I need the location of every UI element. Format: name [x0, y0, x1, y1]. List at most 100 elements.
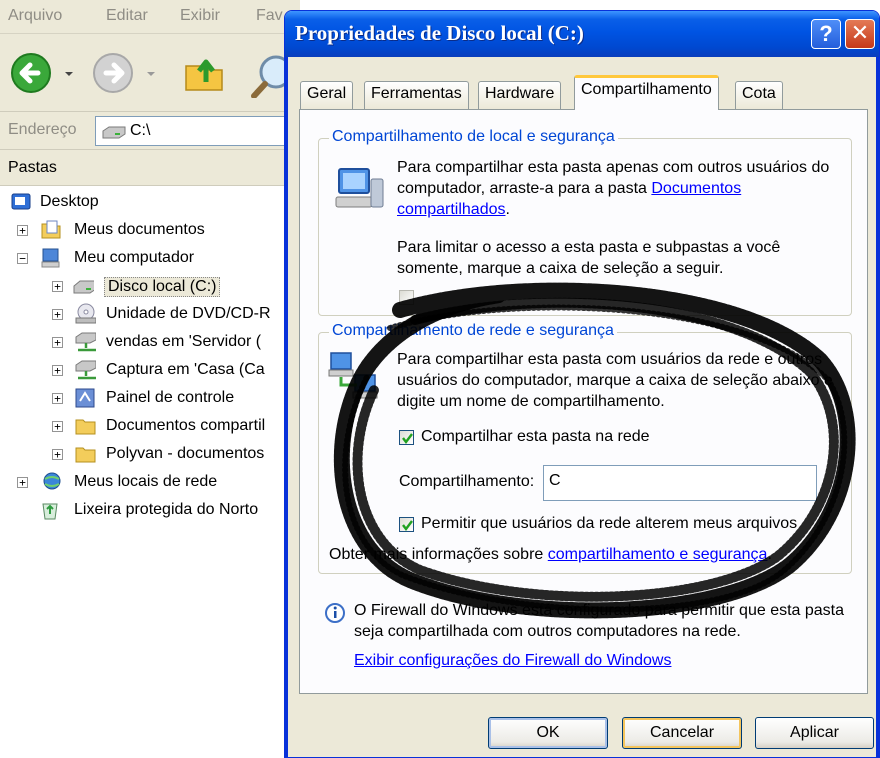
share-folder-label[interactable]: Compartilhar esta pasta na rede — [421, 428, 650, 446]
expand-icon[interactable]: + — [17, 477, 28, 488]
tree-label: Desktop — [40, 193, 99, 210]
folder-icon — [75, 447, 96, 463]
tab-geral[interactable]: Geral — [300, 81, 354, 109]
address-label: Endereço — [8, 121, 77, 138]
tree-label: Captura em 'Casa (Ca — [106, 361, 265, 378]
tree-item-painel[interactable]: + Painel de controle — [0, 386, 300, 414]
back-dropdown-icon[interactable] — [62, 52, 76, 94]
local-sharing-legend: Compartilhamento de local e segurança — [329, 128, 618, 146]
collapse-icon[interactable]: − — [17, 253, 28, 264]
expand-icon[interactable]: + — [52, 365, 63, 376]
desktop-icon — [11, 193, 31, 210]
forward-dropdown-icon[interactable] — [144, 52, 158, 94]
tree-label: vendas em 'Servidor ( — [106, 333, 262, 350]
expand-icon[interactable]: + — [52, 309, 63, 320]
dialog-title: Propriedades de Disco local (C:) — [295, 21, 584, 45]
expand-icon[interactable]: + — [52, 421, 63, 432]
tree-label: Disco local (C:) — [104, 277, 221, 297]
back-arrow-icon[interactable] — [10, 52, 56, 94]
local-sharing-group: Compartilhamento de local e segurança Pa… — [318, 128, 852, 316]
tree-item-vendas[interactable]: + vendas em 'Servidor ( — [0, 330, 300, 358]
tree-item-locais-de-rede[interactable]: + Meus locais de rede — [0, 470, 300, 498]
menu-favoritos[interactable]: Fav — [256, 7, 283, 25]
tab-ferramentas[interactable]: Ferramentas — [364, 81, 469, 109]
share-name-input[interactable]: C — [543, 465, 817, 501]
network-sharing-legend: Compartilhamento de rede e segurança — [329, 322, 617, 340]
tree-label: Painel de controle — [106, 389, 235, 406]
allow-edit-label[interactable]: Permitir que usuários da rede alterem me… — [421, 515, 797, 533]
tree-label: Meus documentos — [74, 221, 205, 238]
computer-icon — [41, 248, 60, 268]
more-info-text: Obter mais informações sobre compartilha… — [329, 544, 849, 565]
tree-label: Documentos compartil — [106, 417, 266, 434]
local-sharing-text: Para compartilhar esta pasta apenas com … — [397, 157, 837, 220]
menu-editar[interactable]: Editar — [106, 7, 148, 25]
tree-item-desktop[interactable]: Desktop — [0, 190, 300, 218]
tree-label: Meus locais de rede — [74, 473, 218, 490]
network-drive-icon — [75, 360, 96, 380]
firewall-settings-link[interactable]: Exibir configurações do Firewall do Wind… — [354, 650, 671, 671]
network-share-computers-icon — [328, 352, 378, 399]
address-value: C:\ — [130, 122, 151, 139]
help-button[interactable]: ? — [811, 19, 841, 49]
menu-exibir[interactable]: Exibir — [180, 7, 220, 25]
recycle-bin-icon — [42, 503, 58, 520]
tree-item-meu-computador[interactable]: − Meu computador — [0, 246, 300, 274]
network-places-icon — [43, 472, 61, 490]
toolbar — [0, 34, 300, 112]
info-icon — [325, 603, 345, 623]
network-sharing-text: Para compartilhar esta pasta com usuário… — [397, 351, 833, 410]
folder-icon — [75, 419, 96, 435]
apply-button[interactable]: Aplicar — [755, 717, 874, 749]
tab-hardware[interactable]: Hardware — [478, 81, 562, 109]
local-sharing-text-period: . — [505, 201, 510, 218]
private-folder-checkbox[interactable] — [399, 290, 414, 305]
properties-dialog: Propriedades de Disco local (C:) ? ✕ Ger… — [284, 10, 880, 758]
control-panel-icon — [75, 388, 95, 408]
menu-arquivo[interactable]: Arquivo — [8, 7, 62, 25]
tree-label: Unidade de DVD/CD-R — [106, 305, 271, 322]
dialog-titlebar[interactable]: Propriedades de Disco local (C:) ? ✕ — [285, 11, 879, 57]
more-info-period: . — [767, 546, 772, 563]
forward-arrow-icon[interactable] — [92, 52, 138, 94]
tree-item-documentos-compartilhados[interactable]: + Documentos compartil — [0, 414, 300, 442]
expand-icon[interactable]: + — [17, 225, 28, 236]
hard-drive-icon — [73, 280, 94, 294]
tree-label: Lixeira protegida do Norto — [74, 501, 259, 518]
expand-icon[interactable]: + — [52, 393, 63, 404]
share-name-label: Compartilhamento: — [399, 473, 535, 490]
network-sharing-group: Compartilhamento de rede e segurança Par… — [318, 322, 852, 574]
address-bar: Endereço C:\ — [0, 112, 300, 150]
tree-item-polyvan[interactable]: + Polyvan - documentos — [0, 442, 300, 470]
expand-icon[interactable]: + — [52, 281, 63, 292]
folder-documents-icon — [41, 220, 61, 239]
expand-icon[interactable]: + — [52, 337, 63, 348]
sharing-security-link[interactable]: compartilhamento e segurança — [548, 546, 768, 563]
close-button[interactable]: ✕ — [845, 19, 875, 49]
address-input[interactable]: C:\ — [95, 116, 300, 146]
ok-button[interactable]: OK — [488, 717, 608, 749]
tree-item-captura[interactable]: + Captura em 'Casa (Ca — [0, 358, 300, 386]
allow-edit-checkbox[interactable] — [399, 517, 414, 532]
tree-label: Polyvan - documentos — [106, 445, 265, 462]
local-sharing-text-main: Para compartilhar esta pasta apenas com … — [397, 159, 830, 197]
tree-item-dvd[interactable]: + Unidade de DVD/CD-R — [0, 302, 300, 330]
tree-item-disco-local[interactable]: + Disco local (C:) — [0, 274, 300, 302]
tab-cota[interactable]: Cota — [735, 81, 783, 109]
cancel-button[interactable]: Cancelar — [622, 717, 742, 749]
menu-bar: Arquivo Editar Exibir Fav — [0, 0, 300, 34]
explorer-window: Arquivo Editar Exibir Fav Endereço C:\ P… — [0, 0, 300, 758]
local-share-computer-icon — [335, 168, 384, 208]
up-folder-icon[interactable] — [182, 52, 232, 96]
hard-drive-icon — [102, 126, 126, 139]
tree-label: Meu computador — [74, 249, 195, 266]
tree-item-lixeira[interactable]: Lixeira protegida do Norto — [0, 498, 300, 526]
firewall-text: O Firewall do Windows está configurado p… — [354, 602, 845, 640]
expand-icon[interactable]: + — [52, 449, 63, 460]
tab-compartilhamento[interactable]: Compartilhamento — [574, 75, 719, 110]
share-folder-checkbox[interactable] — [399, 430, 414, 445]
folders-pane-title: Pastas — [8, 159, 57, 176]
more-info-prefix: Obter mais informações sobre — [329, 546, 544, 563]
tree-item-meus-documentos[interactable]: + Meus documentos — [0, 218, 300, 246]
local-sharing-limit-text: Para limitar o acesso a esta pasta e sub… — [397, 239, 781, 277]
